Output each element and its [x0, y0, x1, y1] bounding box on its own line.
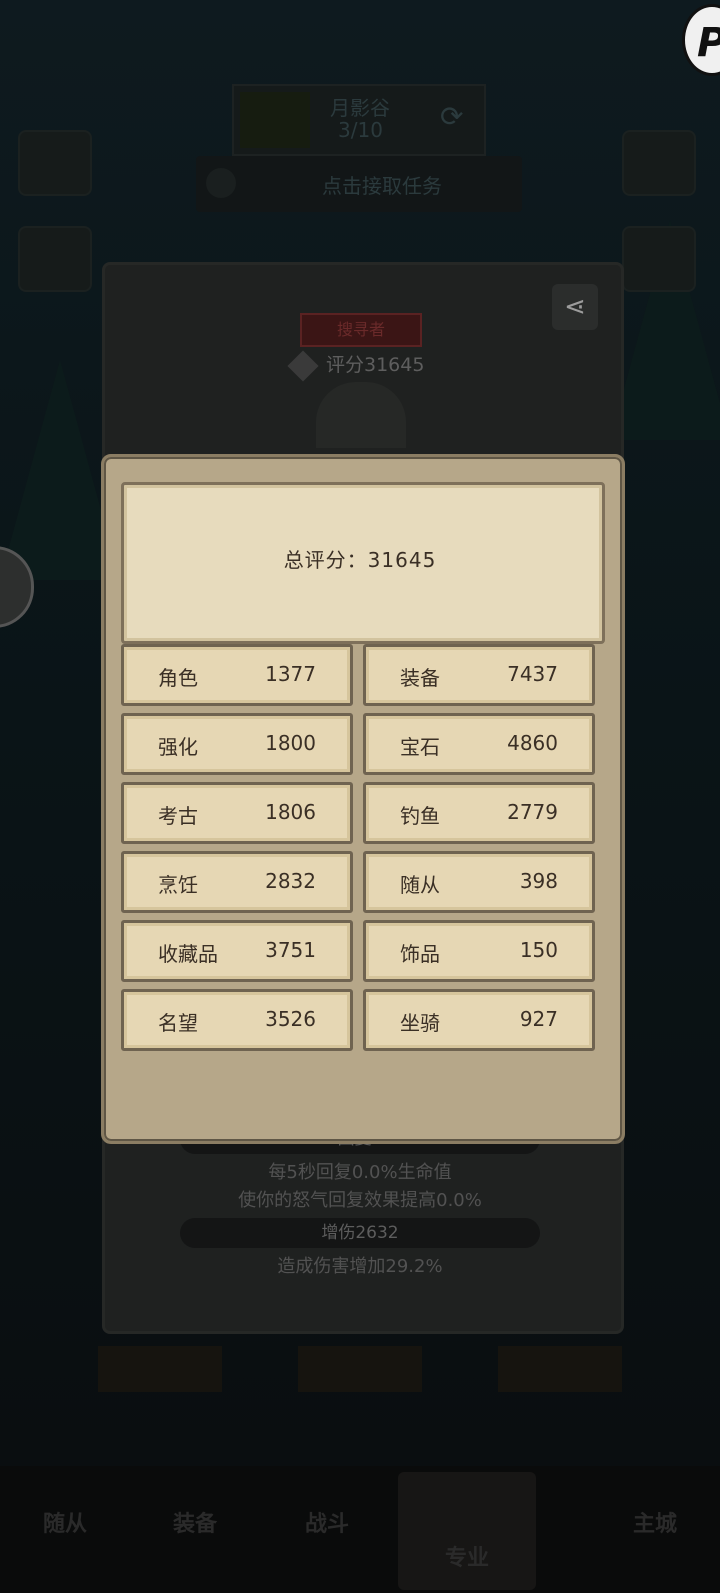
score-item-value: 1377 [265, 662, 316, 686]
score-item-value: 2832 [265, 869, 316, 893]
damage-line: 造成伤害增加29.2% [277, 1256, 443, 1277]
nav-item-followers[interactable]: 随从 [10, 1506, 120, 1538]
score-item-value: 7437 [507, 662, 558, 686]
score-item-value: 4860 [507, 731, 558, 755]
score-item-collection: 收藏品 3751 [121, 920, 353, 982]
recovery-line: 使你的怒气回复效果提高0.0% [238, 1190, 482, 1211]
score-item-label: 饰品 [400, 942, 440, 966]
score-item-value: 3751 [265, 938, 316, 962]
nav-active-highlight [398, 1472, 536, 1590]
panel-button[interactable] [298, 1346, 422, 1392]
chest-icon[interactable] [622, 226, 696, 292]
score-item-label: 钓鱼 [400, 804, 440, 828]
score-item-role: 角色 1377 [121, 644, 353, 706]
character-avatar [316, 382, 406, 448]
damage-heading: 增伤2632 [180, 1218, 540, 1248]
score-item-label: 考古 [158, 804, 198, 828]
score-item-value: 2779 [507, 800, 558, 824]
score-item-label: 名望 [158, 1011, 198, 1035]
share-icon[interactable]: ⋖ [552, 284, 598, 330]
location-progress: 3/10 [338, 118, 383, 142]
score-item-accessory: 饰品 150 [363, 920, 595, 982]
location-panel[interactable]: 月影谷 3/10 ⟳ [232, 84, 486, 156]
score-item-value: 1806 [265, 800, 316, 824]
score-item-gem: 宝石 4860 [363, 713, 595, 775]
activity-icon[interactable] [18, 226, 92, 292]
nav-item-profession[interactable]: 专业 [412, 1540, 522, 1572]
recovery-line: 每5秒回复0.0%生命值 [268, 1162, 452, 1183]
score-item-mount: 坐骑 927 [363, 989, 595, 1051]
map-icon[interactable] [18, 130, 92, 196]
score-item-label: 随从 [400, 873, 440, 897]
score-item-equipment: 装备 7437 [363, 644, 595, 706]
score-item-enhance: 强化 1800 [121, 713, 353, 775]
character-score[interactable]: 评分31645 [287, 349, 425, 382]
score-item-follower: 随从 398 [363, 851, 595, 913]
settings-gear-icon[interactable] [622, 130, 696, 196]
panel-button[interactable] [498, 1346, 622, 1392]
task-icon [206, 168, 236, 198]
score-item-value: 398 [519, 869, 558, 893]
score-item-label: 宝石 [400, 735, 440, 759]
panel-button[interactable] [98, 1346, 222, 1392]
score-item-label: 收藏品 [158, 942, 218, 966]
title-badge: 搜寻者 [300, 313, 422, 347]
score-item-cooking: 烹饪 2832 [121, 851, 353, 913]
score-item-label: 烹饪 [158, 873, 198, 897]
score-item-value: 927 [519, 1007, 558, 1031]
location-thumbnail [240, 92, 310, 148]
refresh-icon[interactable]: ⟳ [440, 100, 463, 133]
score-item-value: 3526 [265, 1007, 316, 1031]
accept-task-bar[interactable]: 点击接取任务 [196, 156, 522, 212]
nav-item-battle[interactable]: 战斗 [272, 1506, 382, 1538]
nav-item-equipment[interactable]: 装备 [140, 1506, 250, 1538]
score-item-value: 150 [519, 938, 558, 962]
help-icon[interactable] [287, 349, 319, 382]
score-item-archaeology: 考古 1806 [121, 782, 353, 844]
score-item-label: 装备 [400, 666, 440, 690]
task-prompt: 点击接取任务 [322, 174, 442, 198]
score-item-fishing: 钓鱼 2779 [363, 782, 595, 844]
score-item-label: 角色 [158, 666, 198, 690]
score-item-label: 强化 [158, 735, 198, 759]
nav-item-main-city[interactable]: 主城 [600, 1506, 710, 1538]
score-item-label: 坐骑 [400, 1011, 440, 1035]
score-label: 评分31645 [326, 354, 425, 376]
score-item-value: 1800 [265, 731, 316, 755]
total-score: 总评分：31645 [283, 548, 437, 572]
location-name: 月影谷 [330, 96, 390, 120]
score-item-fame: 名望 3526 [121, 989, 353, 1051]
